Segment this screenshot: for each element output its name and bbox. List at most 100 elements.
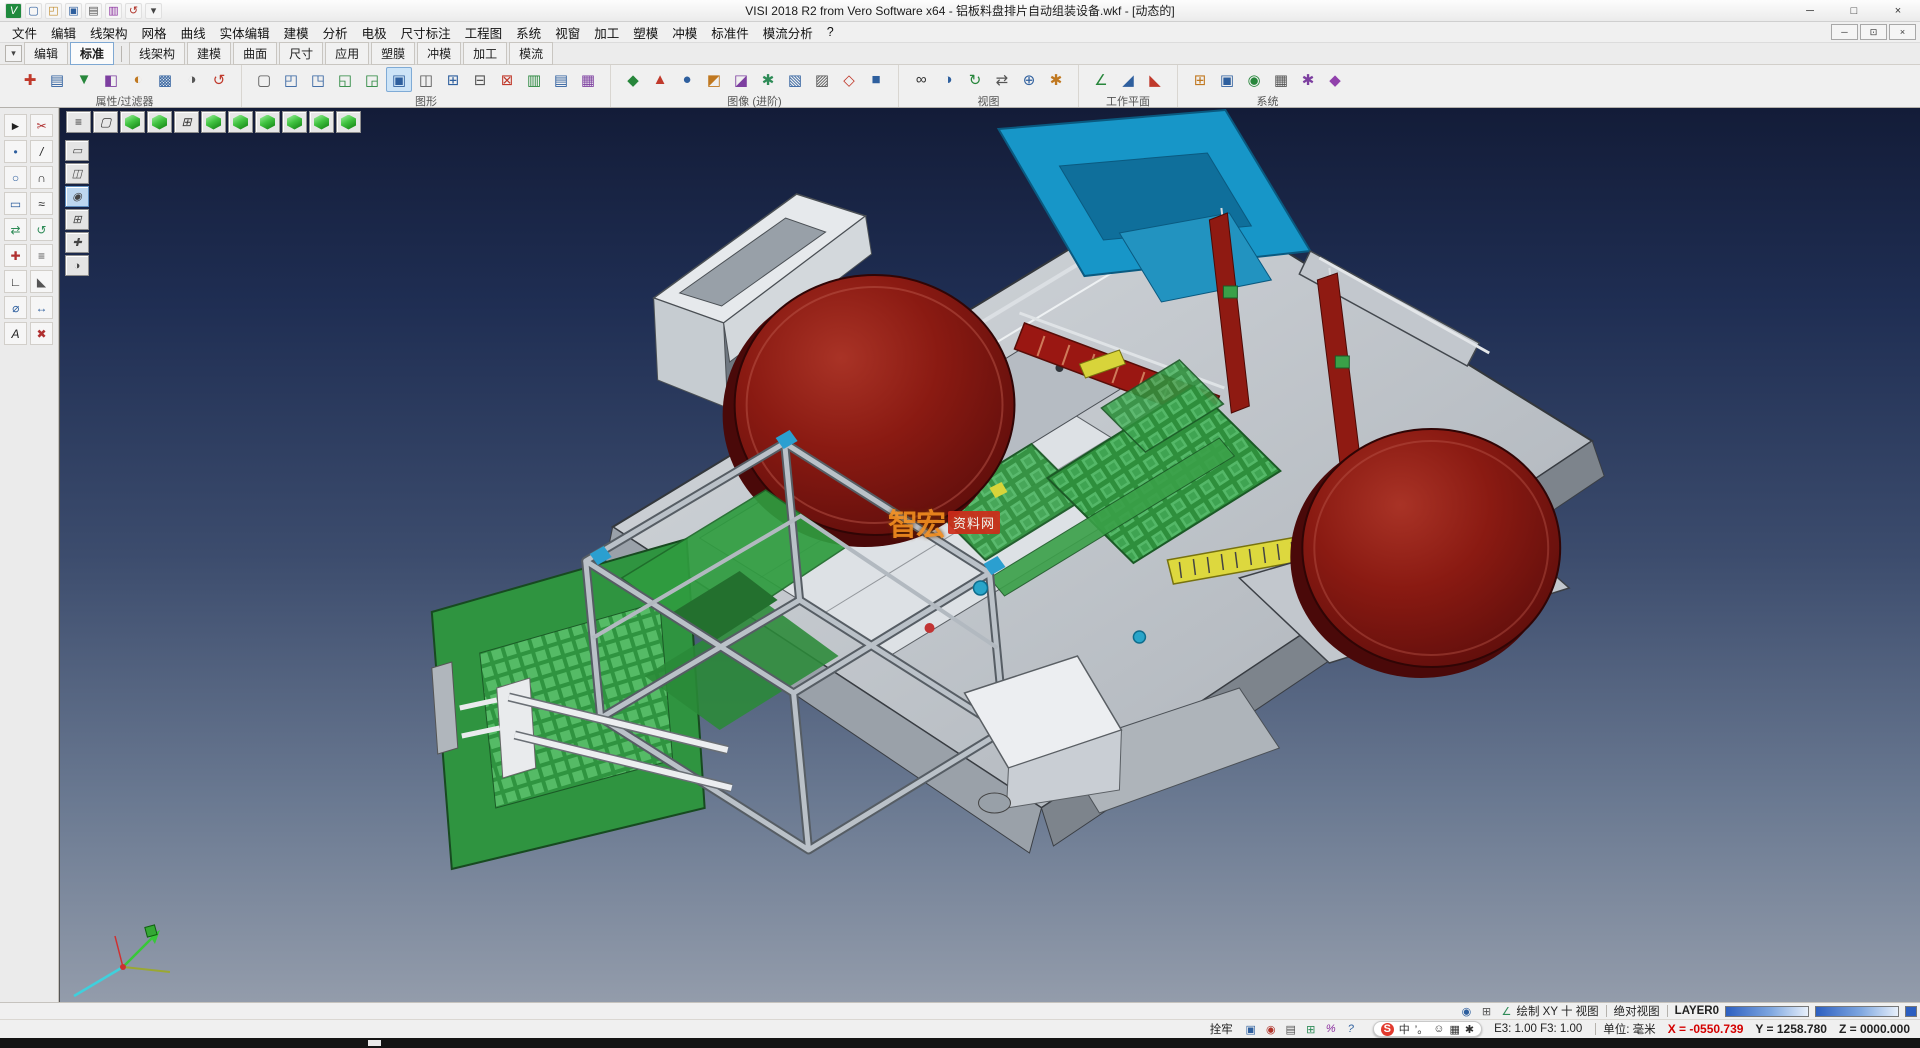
layer-filter-icon[interactable]: ▩ bbox=[152, 67, 178, 92]
workplane-align-icon[interactable]: ◢ bbox=[1115, 67, 1141, 92]
dimension-icon[interactable]: ↔ bbox=[30, 296, 53, 319]
selection-mask-icon[interactable]: ◧ bbox=[98, 67, 124, 92]
menu-item[interactable]: 塑模 bbox=[626, 21, 665, 44]
axes-display-icon[interactable]: ⊟ bbox=[467, 67, 493, 92]
measure-icon[interactable]: ⌀ bbox=[4, 296, 27, 319]
shading-toggle-icon[interactable]: ◑ bbox=[935, 67, 961, 92]
menu-item[interactable]: ? bbox=[820, 23, 841, 41]
texture-icon[interactable]: ◩ bbox=[701, 67, 727, 92]
rotate-view-icon[interactable]: ↻ bbox=[962, 67, 988, 92]
screen-capture-icon[interactable]: ▣ bbox=[1242, 1022, 1260, 1036]
tab[interactable]: 编辑 bbox=[24, 42, 68, 65]
tab[interactable]: 标准 bbox=[70, 42, 114, 65]
color-grid-icon[interactable]: ⊞ bbox=[1187, 67, 1213, 92]
options-icon[interactable]: ✱ bbox=[1295, 67, 1321, 92]
menu-item[interactable]: 模流分析 bbox=[756, 21, 820, 44]
menu-item[interactable]: 文件 bbox=[5, 21, 44, 44]
capture-icon[interactable]: ▧ bbox=[782, 67, 808, 92]
plane-toggle-icon[interactable]: ∠ bbox=[1497, 1004, 1515, 1018]
tab[interactable]: 尺寸 bbox=[279, 42, 323, 65]
light-icon[interactable]: ▲ bbox=[647, 67, 673, 92]
iso-view-cube-icon[interactable] bbox=[228, 111, 253, 133]
iso-view-cube-icon[interactable] bbox=[282, 111, 307, 133]
close-button[interactable]: × bbox=[1876, 0, 1920, 21]
ime-language-toggle[interactable]: 中 bbox=[1399, 1021, 1410, 1037]
table-icon[interactable]: ▦ bbox=[1268, 67, 1294, 92]
menu-item[interactable]: 视窗 bbox=[548, 21, 587, 44]
tab[interactable]: 曲面 bbox=[233, 42, 277, 65]
four-view-icon[interactable]: ⊞ bbox=[174, 111, 199, 133]
arc-icon[interactable]: ∩ bbox=[30, 166, 53, 189]
zoom-extents-icon[interactable]: ⊕ bbox=[1016, 67, 1042, 92]
view-mode-icon[interactable]: ▭ bbox=[65, 140, 89, 161]
regen-icon[interactable]: ▦ bbox=[575, 67, 601, 92]
menu-item[interactable]: 实体编辑 bbox=[213, 21, 277, 44]
viewport-3d[interactable]: ≡▢⊞ ▭◫◉⊞✚◑ bbox=[59, 108, 1920, 1002]
tab[interactable]: 加工 bbox=[463, 42, 507, 65]
fillet-icon[interactable]: ∟ bbox=[4, 270, 27, 293]
mirror-icon[interactable]: ⇄ bbox=[4, 218, 27, 241]
show-all-icon[interactable]: ▥ bbox=[521, 67, 547, 92]
tab-dropdown-icon[interactable]: ▾ bbox=[5, 45, 22, 62]
zoom-window-icon[interactable]: ⊞ bbox=[65, 209, 89, 230]
section-view-icon[interactable]: ◫ bbox=[413, 67, 439, 92]
circle-icon[interactable]: ○ bbox=[4, 166, 27, 189]
material-icon[interactable]: ◆ bbox=[620, 67, 646, 92]
tab[interactable]: 模流 bbox=[509, 42, 553, 65]
tab[interactable]: 线架构 bbox=[129, 42, 185, 65]
view-settings-icon[interactable]: ✱ bbox=[1043, 67, 1069, 92]
attribute-paint-icon[interactable]: ✚ bbox=[17, 67, 43, 92]
iso-view-cube-icon[interactable] bbox=[147, 111, 172, 133]
quality-icon[interactable]: ✱ bbox=[755, 67, 781, 92]
workplane-free-icon[interactable]: ◣ bbox=[1142, 67, 1168, 92]
grid-toggle-icon[interactable]: ⊞ bbox=[1477, 1004, 1495, 1018]
shadow-icon[interactable]: ● bbox=[674, 67, 700, 92]
hidden-line-icon[interactable]: ◰ bbox=[278, 67, 304, 92]
world-axis-icon[interactable]: ◉ bbox=[1457, 1004, 1475, 1018]
hide-entity-icon[interactable]: ⊠ bbox=[494, 67, 520, 92]
visibility-filter-icon[interactable]: ◑ bbox=[179, 67, 205, 92]
menu-item[interactable]: 建模 bbox=[277, 21, 316, 44]
offset-icon[interactable]: ≡ bbox=[30, 244, 53, 267]
maximize-button[interactable]: □ bbox=[1832, 0, 1876, 21]
background-icon[interactable]: ◪ bbox=[728, 67, 754, 92]
mdi-close-button[interactable]: × bbox=[1889, 24, 1916, 40]
polyline-icon[interactable]: ≈ bbox=[30, 192, 53, 215]
redraw-icon[interactable]: ▤ bbox=[548, 67, 574, 92]
menu-item[interactable]: 编辑 bbox=[44, 21, 83, 44]
highlight-icon[interactable]: ◇ bbox=[836, 67, 862, 92]
ime-keyboard-icon[interactable]: ▦ bbox=[1449, 1023, 1459, 1036]
new-file-icon[interactable]: ▢ bbox=[25, 3, 42, 19]
line-icon[interactable]: / bbox=[30, 140, 53, 163]
percent-icon[interactable]: % bbox=[1322, 1022, 1340, 1036]
monitor-icon[interactable]: ▣ bbox=[1214, 67, 1240, 92]
viewport-menu-icon[interactable]: ≡ bbox=[66, 111, 91, 133]
menu-item[interactable]: 分析 bbox=[316, 21, 355, 44]
selection-lock-icon[interactable]: ◉ bbox=[1262, 1022, 1280, 1036]
menu-item[interactable]: 网格 bbox=[135, 21, 174, 44]
workplane-xy-icon[interactable]: ∠ bbox=[1088, 67, 1114, 92]
tab[interactable]: 应用 bbox=[325, 42, 369, 65]
menu-item[interactable]: 电极 bbox=[355, 21, 394, 44]
menu-item[interactable]: 线架构 bbox=[83, 21, 135, 44]
shaded-edges-icon[interactable]: ◱ bbox=[332, 67, 358, 92]
viewport-3d-model[interactable] bbox=[60, 108, 1920, 1002]
tab[interactable]: 塑膜 bbox=[371, 42, 415, 65]
rotate-icon[interactable]: ↺ bbox=[30, 218, 53, 241]
erase-icon[interactable]: ✖ bbox=[30, 322, 53, 345]
open-file-icon[interactable]: ◰ bbox=[45, 3, 62, 19]
tab[interactable]: 建模 bbox=[187, 42, 231, 65]
active-layer-label[interactable]: LAYER0 bbox=[1675, 1005, 1719, 1017]
trim-icon[interactable]: ✂ bbox=[30, 114, 53, 137]
minimize-button[interactable]: ─ bbox=[1788, 0, 1832, 21]
snapshot-icon[interactable]: ■ bbox=[863, 67, 889, 92]
undo-icon[interactable]: ↺ bbox=[125, 3, 142, 19]
visi-app-icon[interactable]: V bbox=[5, 3, 22, 19]
iso-view-cube-icon[interactable] bbox=[336, 111, 361, 133]
filter-elements-icon[interactable]: ▼ bbox=[71, 67, 97, 92]
mdi-restore-button[interactable]: ⊡ bbox=[1860, 24, 1887, 40]
menu-item[interactable]: 尺寸标注 bbox=[394, 21, 458, 44]
pan-view-icon[interactable]: ⇄ bbox=[989, 67, 1015, 92]
selection-filter-icon[interactable]: ◫ bbox=[65, 163, 89, 184]
rectangle-icon[interactable]: ▭ bbox=[4, 192, 27, 215]
